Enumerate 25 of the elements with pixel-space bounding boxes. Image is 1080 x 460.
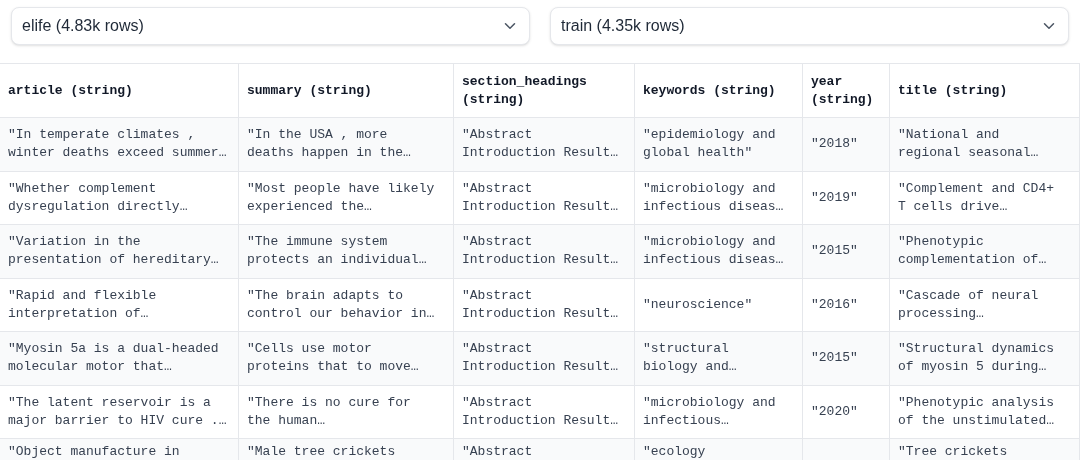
table-cell: "Variation in the presentation of hereditary… [0, 225, 239, 279]
table-cell: "In temperate climates , winter deaths exceed summer… [0, 118, 239, 172]
table-cell: "Myosin 5a is a dual-headed molecular motor that… [0, 332, 239, 386]
table-cell: "Tree crickets [890, 439, 1080, 460]
table-cell: "ecology [635, 439, 803, 460]
table-cell: "Abstract [454, 439, 635, 460]
table-cell: "microbiology and infectious diseas… [635, 225, 803, 279]
table-cell: "Object manufacture in [0, 439, 239, 460]
table-cell: "2015" [803, 332, 890, 386]
table-cell: "epidemiology and global health" [635, 118, 803, 172]
table-cell: "National and regional seasonal… [890, 118, 1080, 172]
table-cell: "Abstract Introduction Result… [454, 225, 635, 279]
table-cell: "Phenotypic complementation of… [890, 225, 1080, 279]
table-cell: "Abstract Introduction Result… [454, 332, 635, 386]
dataset-select[interactable]: elife (4.83k rows) [11, 7, 530, 45]
table-cell: "Abstract Introduction Result… [454, 118, 635, 172]
table-cell: "The immune system protects an individual… [239, 225, 454, 279]
table-cell: "Male tree crickets [239, 439, 454, 460]
table-cell: "2018" [803, 118, 890, 172]
table-cell: "Cells use motor proteins that to move… [239, 332, 454, 386]
dataset-select[interactable]: train (4.35k rows) [550, 7, 1069, 45]
table-cell: "In the USA , more deaths happen in the… [239, 118, 454, 172]
table-cell: "Structural dynamics of myosin 5 during… [890, 332, 1080, 386]
table-cell: "2015" [803, 225, 890, 279]
table-cell: "structural biology and… [635, 332, 803, 386]
